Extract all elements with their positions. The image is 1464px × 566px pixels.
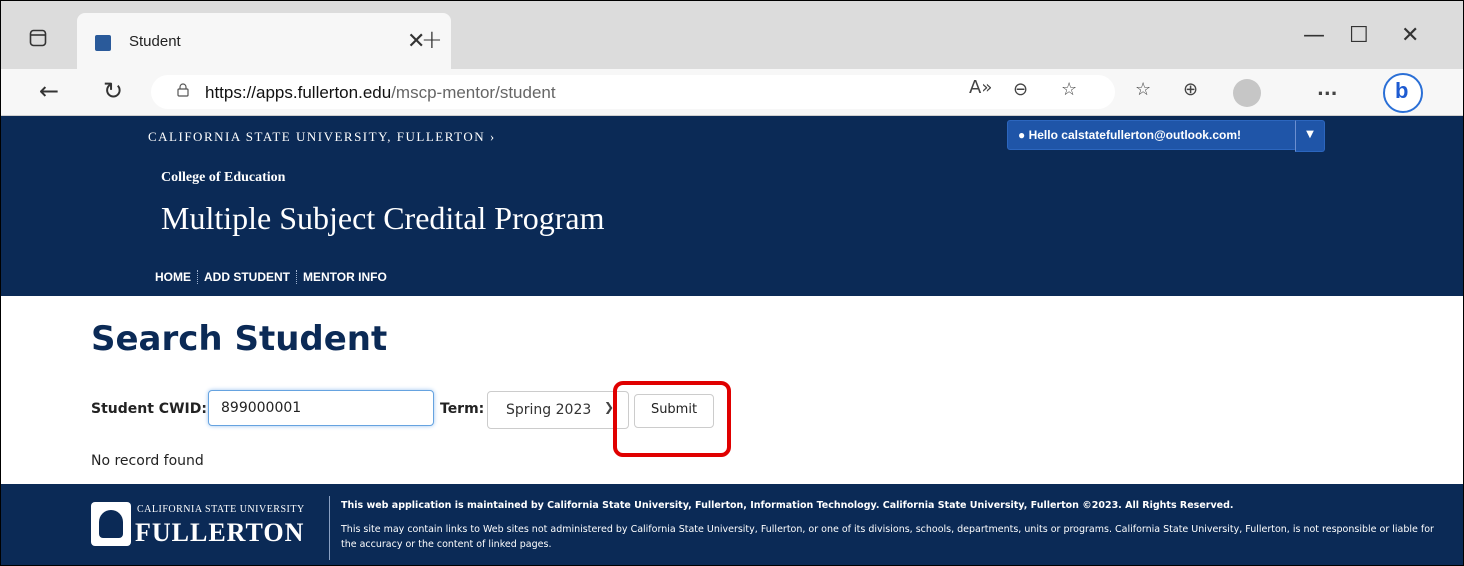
logo-big-text: FULLERTON xyxy=(135,518,305,547)
main-nav: HOME ADD STUDENT MENTOR INFO xyxy=(149,270,393,284)
university-bar: CALIFORNIA STATE UNIVERSITY, FULLERTON ›… xyxy=(1,116,1463,156)
term-select[interactable]: Spring 2023 ❯ xyxy=(487,391,629,429)
more-menu-icon[interactable]: ... xyxy=(1317,79,1338,100)
new-tab-icon[interactable]: + xyxy=(421,25,443,55)
browser-window: Student ✕ + — ☐ ✕ ← ↻ https://apps.fulle… xyxy=(0,0,1464,566)
program-title: Multiple Subject Credital Program xyxy=(161,200,605,236)
profile-avatar[interactable] xyxy=(1233,79,1261,107)
favorites-icon[interactable]: ☆ xyxy=(1135,79,1151,100)
tab-actions-icon[interactable] xyxy=(29,29,47,47)
lock-icon xyxy=(177,83,189,97)
close-window-icon[interactable]: ✕ xyxy=(1401,23,1419,48)
maximize-icon[interactable]: ☐ xyxy=(1349,23,1369,48)
read-aloud-icon[interactable]: A» xyxy=(969,77,992,98)
user-menu-button[interactable]: ● Hello calstatefullerton@outlook.com! xyxy=(1007,120,1297,150)
site-footer: CALIFORNIA STATE UNIVERSITY FULLERTON Th… xyxy=(1,484,1463,565)
user-dropdown-toggle[interactable]: ▼ xyxy=(1295,120,1325,152)
nav-home[interactable]: HOME xyxy=(149,270,197,284)
cwid-input[interactable] xyxy=(208,390,434,426)
nav-mentor-info[interactable]: MENTOR INFO xyxy=(296,270,393,284)
footer-line-1: This web application is maintained by Ca… xyxy=(341,500,1234,511)
footer-divider xyxy=(329,496,330,560)
cwid-label: Student CWID: xyxy=(91,401,207,417)
back-icon[interactable]: ← xyxy=(39,77,59,105)
bing-icon[interactable]: b xyxy=(1383,73,1423,113)
site-banner: College of Education Multiple Subject Cr… xyxy=(1,156,1463,296)
zoom-out-icon[interactable]: ⊖ xyxy=(1013,79,1028,100)
address-toolbar: ← ↻ https://apps.fullerton.edu/mscp-ment… xyxy=(1,69,1463,116)
collections-icon[interactable]: ⊕ xyxy=(1183,79,1198,100)
university-link[interactable]: CALIFORNIA STATE UNIVERSITY, FULLERTON › xyxy=(148,129,496,145)
user-icon: ● xyxy=(1018,128,1026,142)
user-greeting: Hello calstatefullerton@outlook.com! xyxy=(1028,128,1241,142)
college-name: College of Education xyxy=(161,170,286,185)
tab-title: Student xyxy=(129,33,181,50)
add-favorite-icon[interactable]: ☆ xyxy=(1061,79,1077,100)
csuf-logo[interactable]: CALIFORNIA STATE UNIVERSITY FULLERTON xyxy=(91,498,319,554)
highlight-box xyxy=(613,381,731,457)
tab-student[interactable]: Student ✕ xyxy=(77,13,451,69)
status-message: No record found xyxy=(91,453,204,469)
refresh-icon[interactable]: ↻ xyxy=(103,77,123,105)
caret-down-icon: ▼ xyxy=(1306,129,1314,140)
minimize-icon[interactable]: — xyxy=(1303,23,1325,48)
favicon-icon xyxy=(95,35,111,51)
tab-strip: Student ✕ + — ☐ ✕ xyxy=(1,1,1463,69)
logo-small-text: CALIFORNIA STATE UNIVERSITY xyxy=(137,504,305,515)
page-title: Search Student xyxy=(91,319,388,359)
footer-line-2: This site may contain links to Web sites… xyxy=(341,524,1434,550)
url-text: https://apps.fullerton.edu/mscp-mentor/s… xyxy=(205,83,556,102)
term-value: Spring 2023 xyxy=(506,402,592,418)
term-label: Term: xyxy=(440,401,485,417)
nav-add-student[interactable]: ADD STUDENT xyxy=(197,270,296,284)
seal-icon xyxy=(91,502,131,546)
